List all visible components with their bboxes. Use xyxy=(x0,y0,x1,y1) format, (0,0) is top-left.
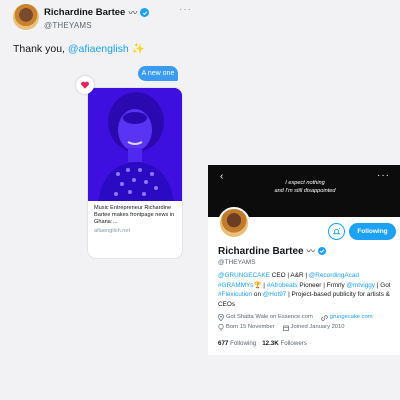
meta-location: Got Shatta Wale on Essence.com xyxy=(218,313,313,323)
link-icon xyxy=(321,315,328,321)
meta-row-2: Born 15 November Joined January 2010 xyxy=(218,323,398,333)
bio-text: on xyxy=(252,291,263,299)
profile-bio: @GRUNGECAKE CEO | A&R | @RecordingAcad #… xyxy=(218,271,396,309)
location-icon xyxy=(218,314,224,322)
tweet-mention-link[interactable]: @afiaenglish xyxy=(68,43,129,55)
profile-verified-badge-icon xyxy=(318,247,327,255)
profile-handle: @THEYAMS xyxy=(218,259,256,266)
profile-screenshot[interactable]: ‹ I expect nothing and I'm still disappo… xyxy=(208,165,400,355)
profile-avatar[interactable] xyxy=(218,207,250,239)
bio-hashtag-afrobeats[interactable]: #Afrobeats xyxy=(267,282,298,289)
tweet-more-icon[interactable]: ··· xyxy=(179,4,192,15)
banner-text: I expect nothing and I'm still disappoin… xyxy=(250,180,360,195)
notification-bell-icon[interactable] xyxy=(328,223,345,240)
following-count: 677 xyxy=(218,340,229,347)
banner-text-line-1: I expect nothing xyxy=(285,180,325,186)
meta-born: Born 15 November xyxy=(218,323,275,333)
followers-count: 12.3K xyxy=(262,340,279,347)
profile-counts: 677 Following 12.3K Followers xyxy=(218,340,307,347)
card-photo xyxy=(88,88,182,201)
meta-row-1: Got Shatta Wale on Essence.com grungecak… xyxy=(218,313,398,323)
author-name[interactable]: Richardine Bartee xyxy=(44,7,125,18)
profile-name: Richardine Bartee xyxy=(218,245,304,257)
card-domain: afiaenglish.net xyxy=(94,227,131,234)
banner-text-line-2: and I'm still disappointed xyxy=(274,187,336,194)
balloon-icon xyxy=(218,324,224,332)
tweet-author: Richardine Bartee 〰 @THEYAMS xyxy=(44,6,150,30)
author-handle[interactable]: @THEYAMS xyxy=(44,21,149,30)
bio-text: CEO | A&R | xyxy=(269,272,309,279)
heart-reaction-icon[interactable] xyxy=(76,76,94,94)
calendar-icon xyxy=(282,325,289,331)
profile-meta: Got Shatta Wale on Essence.com grungecak… xyxy=(218,313,398,333)
card-text: Music Entrepreneur Richardine Bartee mak… xyxy=(88,201,182,239)
bio-text: | Got xyxy=(375,281,391,289)
portrait-illustration xyxy=(88,88,182,201)
profile-name-row: Richardine Bartee 〰 xyxy=(218,245,327,257)
author-name-suffix: 〰 xyxy=(128,8,138,18)
bio-link-recordingacad[interactable]: @RecordingAcad xyxy=(309,272,359,279)
profile-more-icon[interactable]: ··· xyxy=(377,170,390,181)
bio-text: Pioneer | Frmrly xyxy=(297,281,347,289)
meta-born-text: Born 15 November xyxy=(226,323,275,330)
author-avatar[interactable] xyxy=(13,4,39,30)
followers-count-link[interactable]: 12.3K Followers xyxy=(262,340,307,347)
bio-link-grungecake[interactable]: @GRUNGECAKE xyxy=(218,272,270,279)
dm-message-bubble: A new one xyxy=(138,66,178,81)
meta-joined: Joined January 2010 xyxy=(282,323,345,333)
link-preview-card[interactable]: Music Entrepreneur Richardine Bartee mak… xyxy=(87,87,183,259)
bio-text: 🏆 | xyxy=(253,281,267,289)
bio-hashtag-flexicution[interactable]: #Flexicution xyxy=(218,291,252,298)
profile-name-suffix: 〰 xyxy=(306,246,316,256)
followers-word: Followers xyxy=(280,340,307,347)
bio-link-mtviggy[interactable]: @mtviggy xyxy=(347,282,376,289)
tweet-text: Thank you, @afiaenglish ✨ xyxy=(13,42,145,55)
meta-location-text: Got Shatta Wale on Essence.com xyxy=(226,314,313,320)
meta-website[interactable]: grungecake.com xyxy=(321,313,373,323)
meta-joined-text: Joined January 2010 xyxy=(290,323,345,330)
author-name-row[interactable]: Richardine Bartee 〰 xyxy=(44,6,150,19)
dm-screenshot[interactable]: A new one Music Entrepreneur Richardine … xyxy=(60,60,200,270)
bio-link-hot97[interactable]: @Hot97 xyxy=(263,291,287,298)
sparkle-emoji: ✨ xyxy=(131,43,145,55)
following-count-link[interactable]: 677 Following xyxy=(218,340,256,347)
following-word: Following xyxy=(230,340,257,347)
bio-hashtag-grammys[interactable]: #GRAMMYs xyxy=(218,282,254,289)
tweet-text-prefix: Thank you, xyxy=(13,43,68,55)
back-arrow-icon[interactable]: ‹ xyxy=(220,171,223,182)
verified-badge-icon xyxy=(140,8,150,17)
card-title[interactable]: Music Entrepreneur Richardine Bartee mak… xyxy=(94,205,176,226)
following-button[interactable]: Following xyxy=(349,223,396,240)
meta-website-link[interactable]: grungecake.com xyxy=(330,313,373,323)
